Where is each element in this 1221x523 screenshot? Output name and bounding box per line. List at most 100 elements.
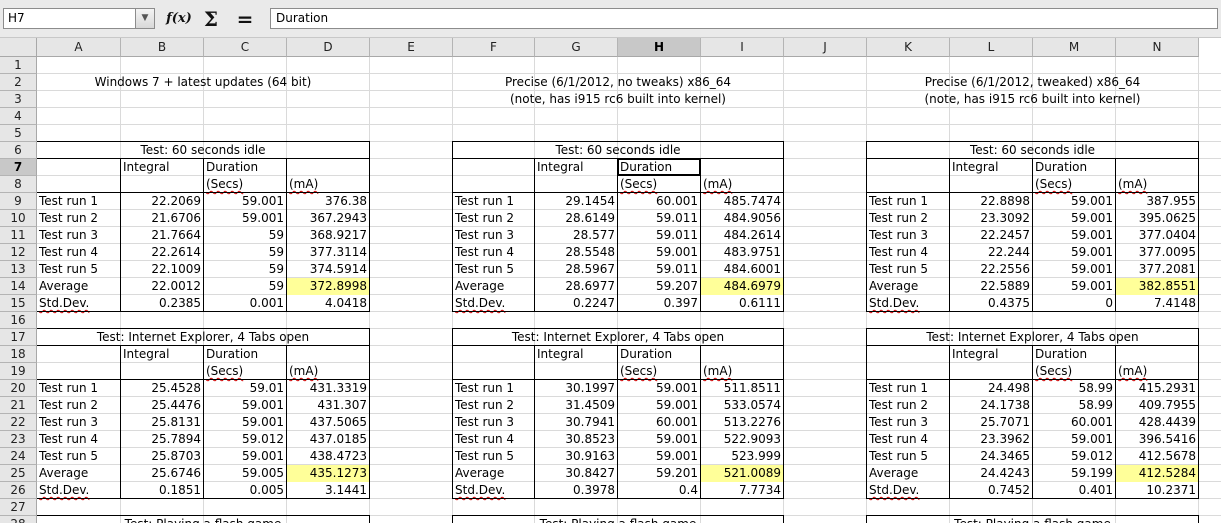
data-cell: 484.9056 <box>723 211 781 225</box>
stddev-cell: 0.6111 <box>739 296 781 310</box>
column-header-a[interactable]: A <box>37 38 121 57</box>
row-header-8[interactable]: 8 <box>0 176 37 193</box>
row-header-21[interactable]: 21 <box>0 397 37 414</box>
column-label-duration: Duration <box>1035 160 1088 174</box>
row-label-test-run: Test run 1 <box>39 381 99 395</box>
column-header-g[interactable]: G <box>535 38 618 57</box>
column-header-h[interactable]: H <box>618 38 701 57</box>
row-label-test-run: Test run 5 <box>455 262 515 276</box>
stddev-cell: 0.3978 <box>573 483 615 497</box>
column-header-f[interactable]: F <box>453 38 535 57</box>
chevron-down-icon[interactable]: ▼ <box>135 8 155 29</box>
data-cell: 59 <box>268 262 284 276</box>
data-cell: 438.4723 <box>309 449 367 463</box>
row-header-12[interactable]: 12 <box>0 244 37 261</box>
data-cell: 59.001 <box>242 449 284 463</box>
row-header-10[interactable]: 10 <box>0 210 37 227</box>
row-header-1[interactable]: 1 <box>0 57 37 74</box>
row-header-7[interactable]: 7 <box>0 159 37 176</box>
row-header-2[interactable]: 2 <box>0 74 37 91</box>
data-cell: 25.4528 <box>151 381 201 395</box>
column-header-m[interactable]: M <box>1033 38 1116 57</box>
data-cell: 59.001 <box>1071 245 1113 259</box>
data-cell: 377.0095 <box>1138 245 1196 259</box>
row-label-test-run: Test run 2 <box>39 211 99 225</box>
row-header-5[interactable]: 5 <box>0 125 37 142</box>
row-header-13[interactable]: 13 <box>0 261 37 278</box>
row-label-test-run: Test run 1 <box>869 194 929 208</box>
data-cell: 59.001 <box>656 432 698 446</box>
data-cell: 59.001 <box>656 245 698 259</box>
row-label-test-run: Test run 2 <box>455 398 515 412</box>
row-header-3[interactable]: 3 <box>0 91 37 108</box>
row-label-average: Average <box>455 279 505 293</box>
data-cell: 59.001 <box>656 381 698 395</box>
row-label-average: Average <box>869 466 919 480</box>
column-header-n[interactable]: N <box>1116 38 1199 57</box>
row-header-26[interactable]: 26 <box>0 482 37 499</box>
data-cell: 58.99 <box>1078 381 1113 395</box>
row-header-11[interactable]: 11 <box>0 227 37 244</box>
column-label-duration: Duration <box>206 160 259 174</box>
row-header-27[interactable]: 27 <box>0 499 37 516</box>
column-header-c[interactable]: C <box>204 38 287 57</box>
stddev-cell: 0.397 <box>663 296 698 310</box>
column-header-e[interactable]: E <box>370 38 453 57</box>
row-header-20[interactable]: 20 <box>0 380 37 397</box>
row-header-14[interactable]: 14 <box>0 278 37 295</box>
row-header-15[interactable]: 15 <box>0 295 37 312</box>
row-label-average: Average <box>39 466 89 480</box>
row-header-17[interactable]: 17 <box>0 329 37 346</box>
name-box[interactable]: H7 <box>3 8 155 29</box>
average-current-highlight: 435.1273 <box>287 465 369 482</box>
row-header-19[interactable]: 19 <box>0 363 37 380</box>
data-cell: 59.012 <box>242 432 284 446</box>
row-header-28[interactable]: 28 <box>0 516 37 523</box>
row-label-test-run: Test run 3 <box>869 415 929 429</box>
data-cell: 59.01 <box>249 381 284 395</box>
row-header-25[interactable]: 25 <box>0 465 37 482</box>
unit-label-secs: (Secs) <box>620 364 658 378</box>
average-cell: 22.0012 <box>151 279 201 293</box>
section-note-precise-notweaks: (note, has i915 rc6 built into kernel) <box>510 92 726 106</box>
row-header-6[interactable]: 6 <box>0 142 37 159</box>
formula-icon[interactable]: = <box>234 8 256 30</box>
column-header-i[interactable]: I <box>701 38 784 57</box>
column-header-l[interactable]: L <box>950 38 1033 57</box>
data-cell: 485.7474 <box>723 194 781 208</box>
row-label-test-run: Test run 2 <box>455 211 515 225</box>
data-cell: 30.8523 <box>565 432 615 446</box>
data-cell: 368.9217 <box>309 228 367 242</box>
cell-area[interactable]: Windows 7 + latest updates (64 bit) Preci… <box>36 57 1221 523</box>
data-cell: 24.3465 <box>980 449 1030 463</box>
row-header-9[interactable]: 9 <box>0 193 37 210</box>
section-note-precise-tweaked: (note, has i915 rc6 built into kernel) <box>924 92 1141 106</box>
column-header-b[interactable]: B <box>121 38 204 57</box>
row-header-24[interactable]: 24 <box>0 448 37 465</box>
row-header-22[interactable]: 22 <box>0 414 37 431</box>
row-header-23[interactable]: 23 <box>0 431 37 448</box>
column-header-k[interactable]: K <box>867 38 950 57</box>
column-header-j[interactable]: J <box>784 38 867 57</box>
row-header-4[interactable]: 4 <box>0 108 37 125</box>
data-cell: 29.1454 <box>565 194 615 208</box>
data-cell: 59.012 <box>1071 449 1113 463</box>
formula-input[interactable]: Duration <box>270 8 1218 29</box>
select-all-corner[interactable] <box>0 38 37 57</box>
row-label-test-run: Test run 4 <box>455 245 515 259</box>
test-title: Test: Internet Explorer, 4 Tabs open <box>926 330 1139 344</box>
column-label-integral: Integral <box>952 347 999 361</box>
data-cell: 59.001 <box>242 211 284 225</box>
function-wizard-icon[interactable]: f(x) <box>166 8 192 30</box>
row-header-16[interactable]: 16 <box>0 312 37 329</box>
row-header-18[interactable]: 18 <box>0 346 37 363</box>
stddev-cell: 0.001 <box>249 296 284 310</box>
data-cell: 523.999 <box>731 449 781 463</box>
data-cell: 533.0574 <box>723 398 781 412</box>
data-cell: 377.3114 <box>309 245 367 259</box>
row-label-test-run: Test run 3 <box>455 415 515 429</box>
sum-icon[interactable]: Σ <box>200 8 222 30</box>
section-heading-windows7: Windows 7 + latest updates (64 bit) <box>94 75 312 89</box>
column-header-d[interactable]: D <box>287 38 370 57</box>
data-cell: 22.1009 <box>151 262 201 276</box>
